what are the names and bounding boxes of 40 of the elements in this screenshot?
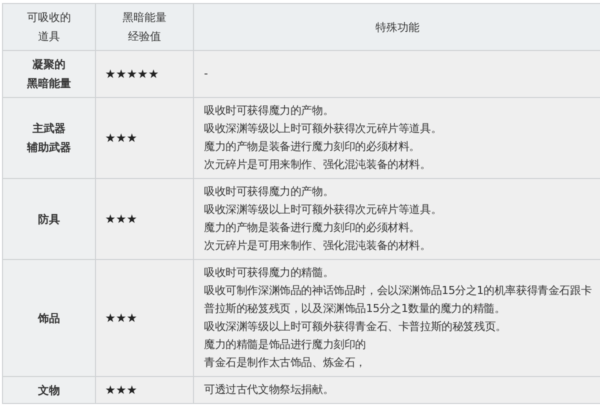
item-cell: 文物 [2,376,96,404]
effect-text: 吸收时可获得魔力的产物。 [204,184,335,200]
star-icon: ★ [126,67,138,81]
effect-text: 次元碎片是可用来制作、强化混沌装备的材料。 [204,238,432,254]
star-icon: ★ [126,311,138,325]
star-icon: ★ [105,383,116,397]
item-cell: 主武器 辅助武器 [2,98,96,178]
effect-text: 吸收时可获得魔力的产物。 [204,103,335,119]
effect-text: 吸收深渊等级以上时可额外获得次元碎片等道具。 [204,121,443,137]
star-icon: ★ [148,67,159,81]
effect-text: 吸收可制作深渊饰品的神话饰品时，会以深渊饰品15分之1的机率获得青金石跟卡普拉斯的秘笈残页，以及深渊饰品15分之1数量的魔力的精髓。 [204,283,593,317]
item-cell: 凝聚的 黑暗能量 [2,50,96,98]
effect-text: 次元碎片是可用来制作、强化混沌装备的材料。 [204,157,432,173]
effect-text: 魔力的产物是装备进行魔力刻印的必须材料。 [204,139,422,155]
effect-text: 魔力的产物是装备进行魔力刻印的必须材料。 [204,220,422,236]
column-header: 黑暗能量 经验值 [96,4,194,50]
star-icon: ★ [126,383,138,397]
star-icon: ★ [116,131,127,145]
item-cell: 饰品 [2,260,96,376]
star-icon: ★ [116,212,127,226]
star-icon: ★ [105,212,116,226]
star-icon: ★ [105,311,116,325]
effect-text: 魔力的精髓是饰品进行魔力刻印的 [204,337,368,353]
column-header: 可吸收的 道具 [2,4,96,50]
effect-text: 吸收时可获得魔力的精髓。 [204,265,335,281]
star-icon: ★ [116,311,127,325]
effect-text: 可透过古代文物祭坛捐献。 [204,382,335,398]
star-icon: ★ [116,383,127,397]
star-icon: ★ [105,67,116,81]
effect-text: 吸收深渊等级以上时可额外获得青金石、卡普拉斯的秘笈残页。 [204,319,508,335]
star-icon: ★ [126,212,138,226]
star-icon: ★ [116,67,127,81]
item-cell: 防具 [2,178,96,260]
star-icon: ★ [105,131,116,145]
star-icon: ★ [126,131,138,145]
effect-text: 吸收深渊等级以上时可额外获得次元碎片等道具。 [204,202,443,218]
effect-text: 青金石是制作太古饰品、炼金石， [204,355,368,371]
column-header: 特殊功能 [194,4,600,50]
effect-text: - [204,66,209,82]
star-icon: ★ [137,67,148,81]
